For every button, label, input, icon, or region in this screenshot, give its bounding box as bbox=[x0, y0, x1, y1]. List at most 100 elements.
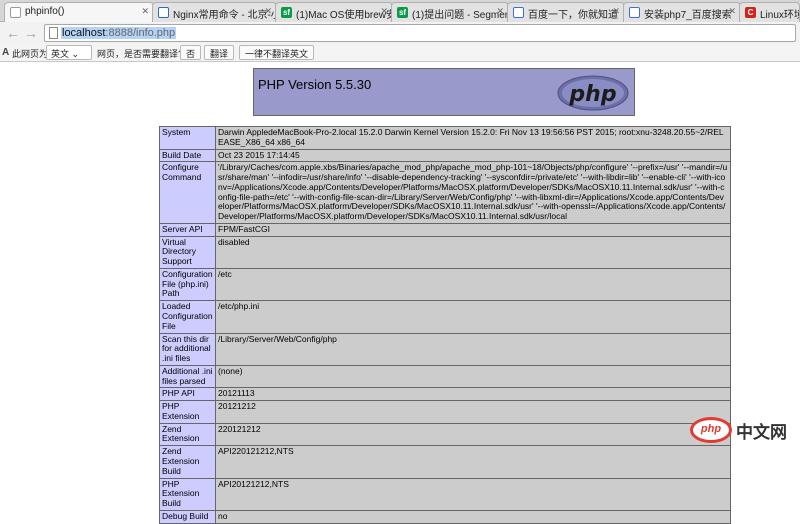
url-host: localhost bbox=[62, 27, 106, 39]
table-row: System Darwin AppledeMacBook-Pro-2.local … bbox=[159, 126, 731, 150]
chevron-down-icon: ⌄ bbox=[71, 49, 80, 59]
table-row: Additional .ini files parsed (none) bbox=[159, 364, 731, 389]
table-row: Server API FPM/FastCGI bbox=[159, 222, 731, 237]
table-row: PHP Extension Build API20121212,NTS bbox=[159, 477, 731, 511]
info-key: Loaded Configuration File bbox=[159, 300, 216, 334]
table-row: PHP Extension 20121212 bbox=[159, 400, 731, 424]
url-path: :8888/info.php bbox=[105, 27, 176, 39]
url-text[interactable]: localhost:8888/info.php bbox=[61, 27, 177, 39]
info-value: 20121212 bbox=[215, 400, 731, 424]
page-icon bbox=[49, 27, 58, 39]
info-key: Scan this dir for additional .ini files bbox=[159, 332, 216, 366]
info-key: Zend Extension Build bbox=[159, 445, 216, 479]
info-value: /Library/Server/Web/Config/php bbox=[215, 332, 731, 366]
php-info-table: System Darwin AppledeMacBook-Pro-2.local … bbox=[159, 126, 731, 524]
tab-strip: phpinfo() ✕ Nginx常用命令 - 北京-小k ✕ sf (1)Ma… bbox=[0, 0, 800, 22]
tab-baidu-search[interactable]: 安装php7_百度搜索 ✕ bbox=[623, 2, 741, 22]
watermark: php 中文网 bbox=[688, 412, 796, 446]
no-button[interactable]: 否 bbox=[180, 45, 202, 60]
table-row: Virtual Directory Support disabled bbox=[159, 235, 731, 269]
info-value: (none) bbox=[215, 364, 731, 389]
segmentfault-icon: sf bbox=[397, 7, 408, 18]
info-key: Virtual Directory Support bbox=[159, 235, 216, 269]
tab-linux[interactable]: C Linux环境PH bbox=[739, 2, 800, 22]
info-key: System bbox=[159, 126, 216, 150]
forward-arrow-icon[interactable]: → bbox=[24, 25, 38, 41]
info-key: Zend Extension bbox=[159, 422, 216, 447]
page-icon bbox=[10, 7, 21, 18]
tab-brew[interactable]: sf (1)Mac OS使用brew安装 ✕ bbox=[275, 2, 393, 22]
tab-nginx[interactable]: Nginx常用命令 - 北京-小k ✕ bbox=[152, 2, 277, 22]
tab-segmentfault[interactable]: sf (1)提出问题 - SegmentFa ✕ bbox=[391, 2, 509, 22]
table-row: Configure Command '/Library/Caches/com.ap… bbox=[159, 161, 731, 224]
php-watermark-logo: php bbox=[690, 417, 732, 443]
info-value: /etc/php.ini bbox=[215, 300, 731, 334]
info-value: FPM/FastCGI bbox=[215, 222, 731, 237]
table-row: Scan this dir for additional .ini files /… bbox=[159, 332, 731, 366]
tab-label: phpinfo() bbox=[25, 6, 65, 17]
back-arrow-icon[interactable]: ← bbox=[6, 25, 20, 41]
info-value: no bbox=[215, 509, 731, 524]
php-version-header: PHP Version 5.5.30 php bbox=[253, 68, 635, 116]
php-logo-icon: php bbox=[557, 75, 629, 111]
info-key: PHP API bbox=[159, 387, 216, 402]
tab-label: (1)提出问题 - SegmentFa bbox=[412, 10, 508, 21]
tab-label: 百度一下，你就知道 bbox=[528, 10, 618, 21]
address-bar[interactable]: localhost:8888/info.php bbox=[44, 24, 796, 42]
info-key: Configure Command bbox=[159, 161, 216, 224]
tab-baidu[interactable]: 百度一下，你就知道 ✕ bbox=[507, 2, 625, 22]
segmentfault-icon: sf bbox=[281, 7, 292, 18]
info-key: Debug Build bbox=[159, 509, 216, 524]
info-value: /etc bbox=[215, 267, 731, 302]
browser-toolbar: ← → localhost:8888/info.php bbox=[0, 22, 800, 44]
never-translate-button[interactable]: 一律不翻译英文 bbox=[239, 45, 315, 60]
translate-bar: A 此网页为 英文 ⌄ 网页，是否需要翻译? 否 翻译 一律不翻译英文 bbox=[0, 44, 800, 62]
tab-label: Linux环境PH bbox=[760, 10, 799, 21]
info-key: PHP Extension Build bbox=[159, 477, 216, 511]
tab-phpinfo[interactable]: phpinfo() ✕ bbox=[4, 2, 154, 22]
close-icon[interactable]: ✕ bbox=[728, 6, 736, 17]
table-row: Debug Build no bbox=[159, 509, 731, 524]
nginx-icon bbox=[158, 7, 169, 18]
table-row: Configuration File (php.ini) Path/etc bbox=[159, 267, 731, 302]
close-icon[interactable]: ✕ bbox=[380, 6, 388, 17]
close-icon[interactable]: ✕ bbox=[141, 6, 149, 17]
language-label: 英文 bbox=[51, 49, 70, 59]
table-row: PHP API 20121113 bbox=[159, 387, 731, 402]
watermark-site-text: 中文网 bbox=[736, 423, 787, 442]
baidu-icon bbox=[513, 7, 524, 18]
table-row: Build Date Oct 23 2015 17:14:45 bbox=[159, 148, 731, 163]
info-value: API220121212,NTS bbox=[215, 445, 731, 479]
translate-icon: A bbox=[2, 47, 10, 58]
table-row: Loaded Configuration File/etc/php.ini bbox=[159, 300, 731, 334]
info-value: Darwin AppledeMacBook-Pro-2.local 15.2.0… bbox=[215, 126, 731, 150]
info-value: '/Library/Caches/com.apple.xbs/Binaries/… bbox=[215, 161, 731, 224]
php-logo-text: php bbox=[568, 82, 616, 107]
info-value: disabled bbox=[215, 235, 731, 269]
info-value: 20121113 bbox=[215, 387, 731, 402]
page-title: PHP Version 5.5.30 bbox=[258, 77, 372, 92]
info-key: PHP Extension bbox=[159, 400, 216, 424]
table-row: Zend Extension 220121212 bbox=[159, 422, 731, 447]
info-key: Configuration File (php.ini) Path bbox=[159, 267, 216, 302]
table-row: Zend Extension Build API220121212,NTS bbox=[159, 445, 731, 479]
close-icon[interactable]: ✕ bbox=[264, 6, 272, 17]
baidu-icon bbox=[629, 7, 640, 18]
language-select[interactable]: 英文 ⌄ bbox=[46, 45, 92, 60]
info-value: API20121212,NTS bbox=[215, 477, 731, 511]
translate-button[interactable]: 翻译 bbox=[204, 45, 235, 60]
close-icon[interactable]: ✕ bbox=[612, 6, 620, 17]
translate-prefix: 此网页为 bbox=[12, 49, 49, 59]
red-c-icon: C bbox=[745, 7, 756, 18]
info-value: 220121212 bbox=[215, 422, 731, 447]
info-key: Additional .ini files parsed bbox=[159, 364, 216, 389]
close-icon[interactable]: ✕ bbox=[496, 6, 504, 17]
tab-label: Nginx常用命令 - 北京-小k bbox=[173, 10, 277, 21]
info-key: Server API bbox=[159, 222, 216, 237]
tab-label: 安装php7_百度搜索 bbox=[644, 10, 732, 21]
info-table-body: System Darwin AppledeMacBook-Pro-2.local … bbox=[159, 126, 731, 524]
info-value: Oct 23 2015 17:14:45 bbox=[215, 148, 731, 163]
tab-label: (1)Mac OS使用brew安装 bbox=[296, 10, 392, 21]
translate-question: 网页，是否需要翻译? bbox=[97, 49, 184, 59]
info-key: Build Date bbox=[159, 148, 216, 163]
